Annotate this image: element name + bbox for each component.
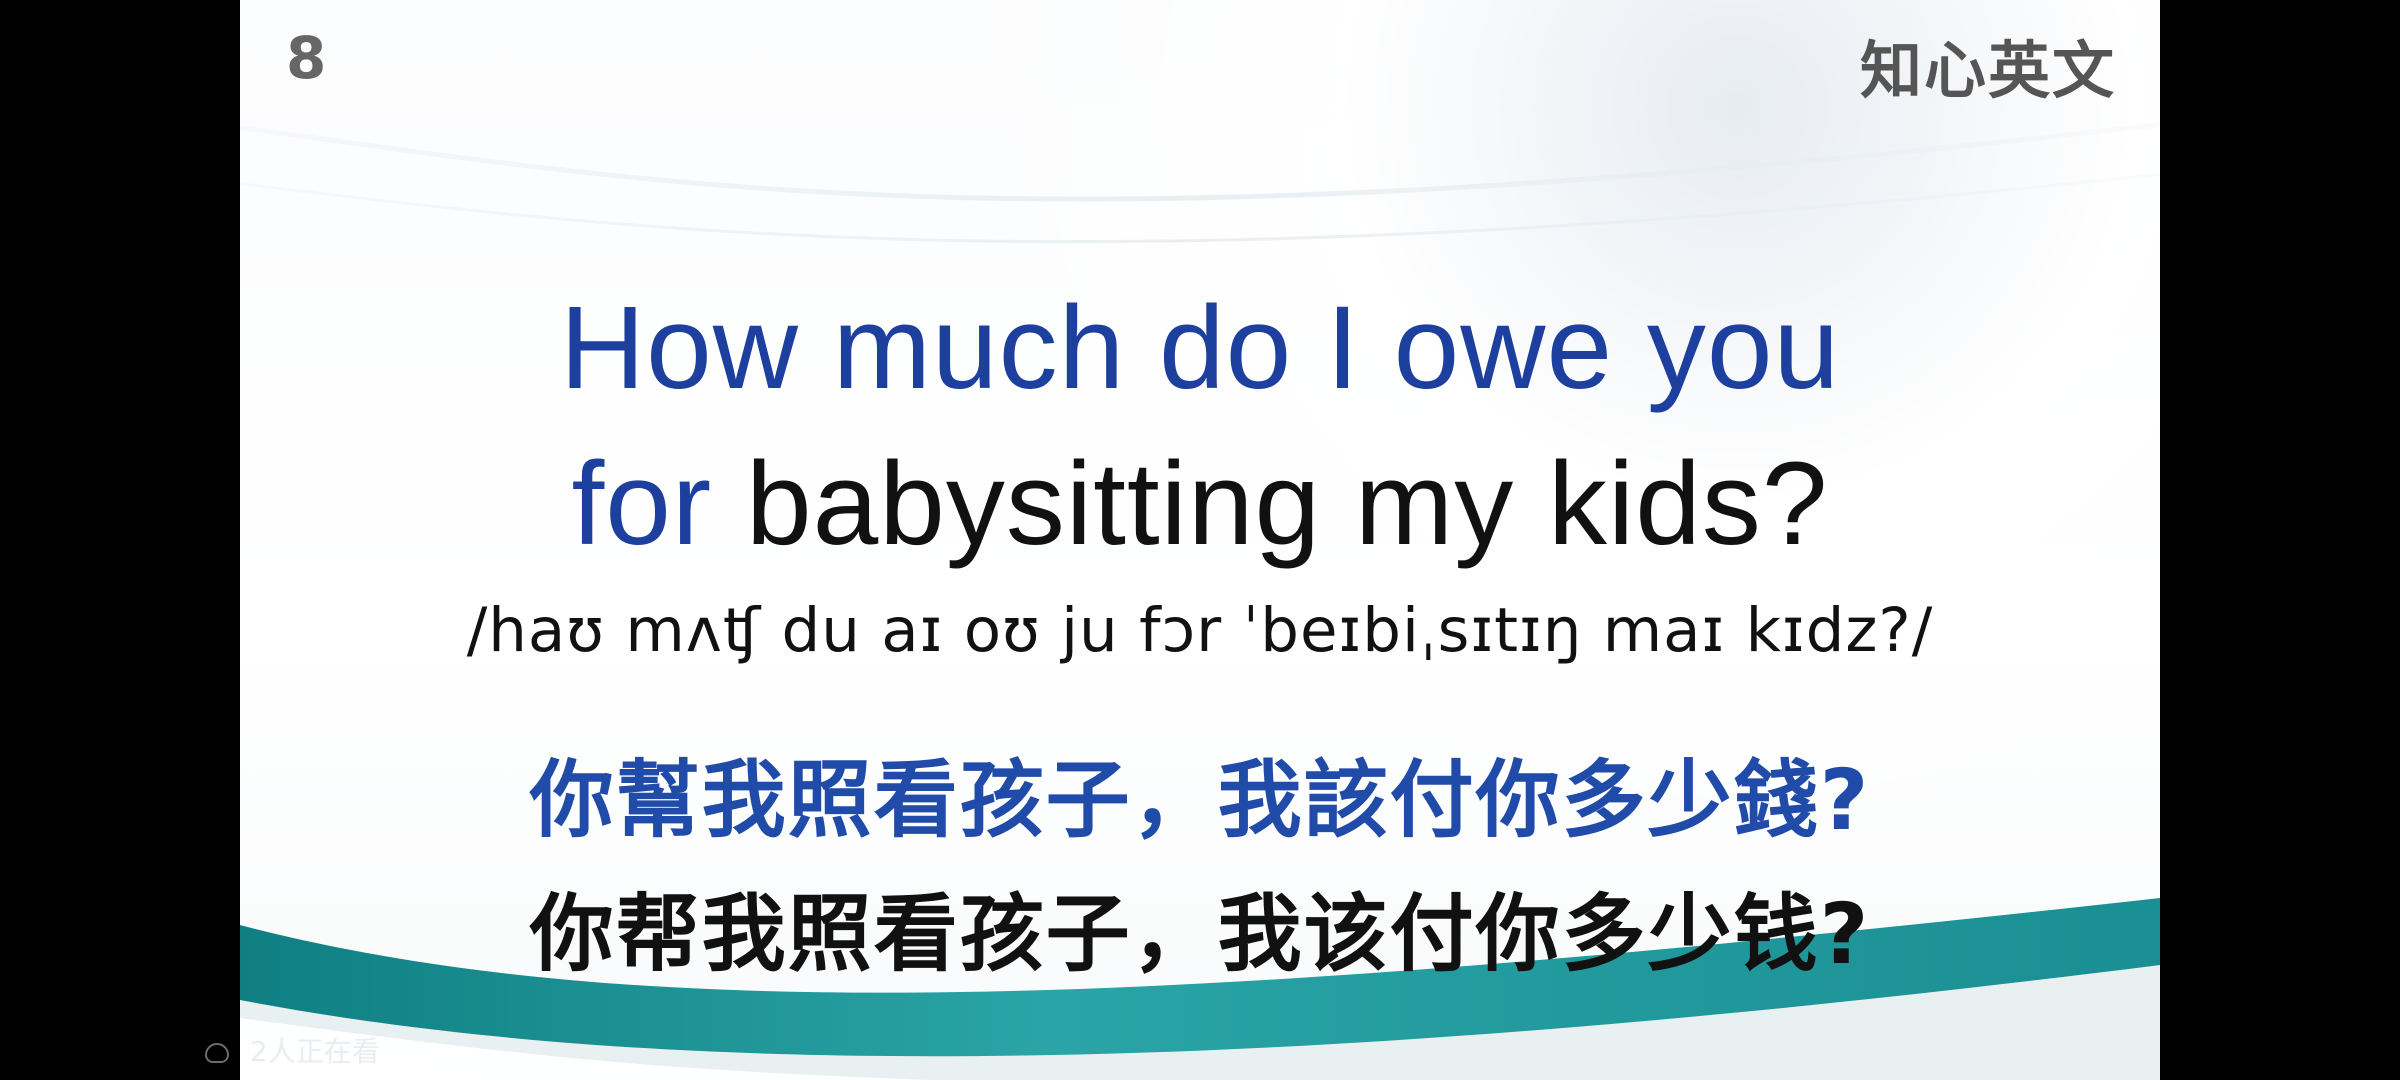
- simplified-chinese-translation: 你帮我照看孩子，我该付你多少钱?: [529, 885, 1871, 983]
- english-line-2-blue-prefix: for: [571, 438, 713, 570]
- english-sentence: How much do I owe you for babysitting my…: [460, 270, 1940, 582]
- video-screen: 8 知心英文 How much do I owe you for babysit…: [0, 0, 2400, 1080]
- english-line-1: How much do I owe you: [559, 282, 1841, 414]
- page-number: 8: [286, 24, 327, 92]
- brand-logo-text: 知心英文: [1859, 34, 2116, 107]
- phonetic-transcription: /haʊ mʌʧ du aɪ oʊ ju fɔr ˈbeɪbiˌsɪtɪŋ ma…: [466, 595, 1934, 666]
- english-line-2: for babysitting my kids?: [460, 426, 1940, 582]
- lesson-slide: 8 知心英文 How much do I owe you for babysit…: [240, 0, 2160, 1080]
- viewer-icon: [205, 1043, 229, 1063]
- english-line-2-black-text: babysitting my kids?: [746, 438, 1829, 570]
- viewer-count-text: 2人正在看: [249, 1035, 380, 1068]
- viewer-count-overlay: 2人正在看: [205, 1030, 380, 1070]
- traditional-chinese-translation: 你幫我照看孩子，我該付你多少錢?: [529, 751, 1871, 849]
